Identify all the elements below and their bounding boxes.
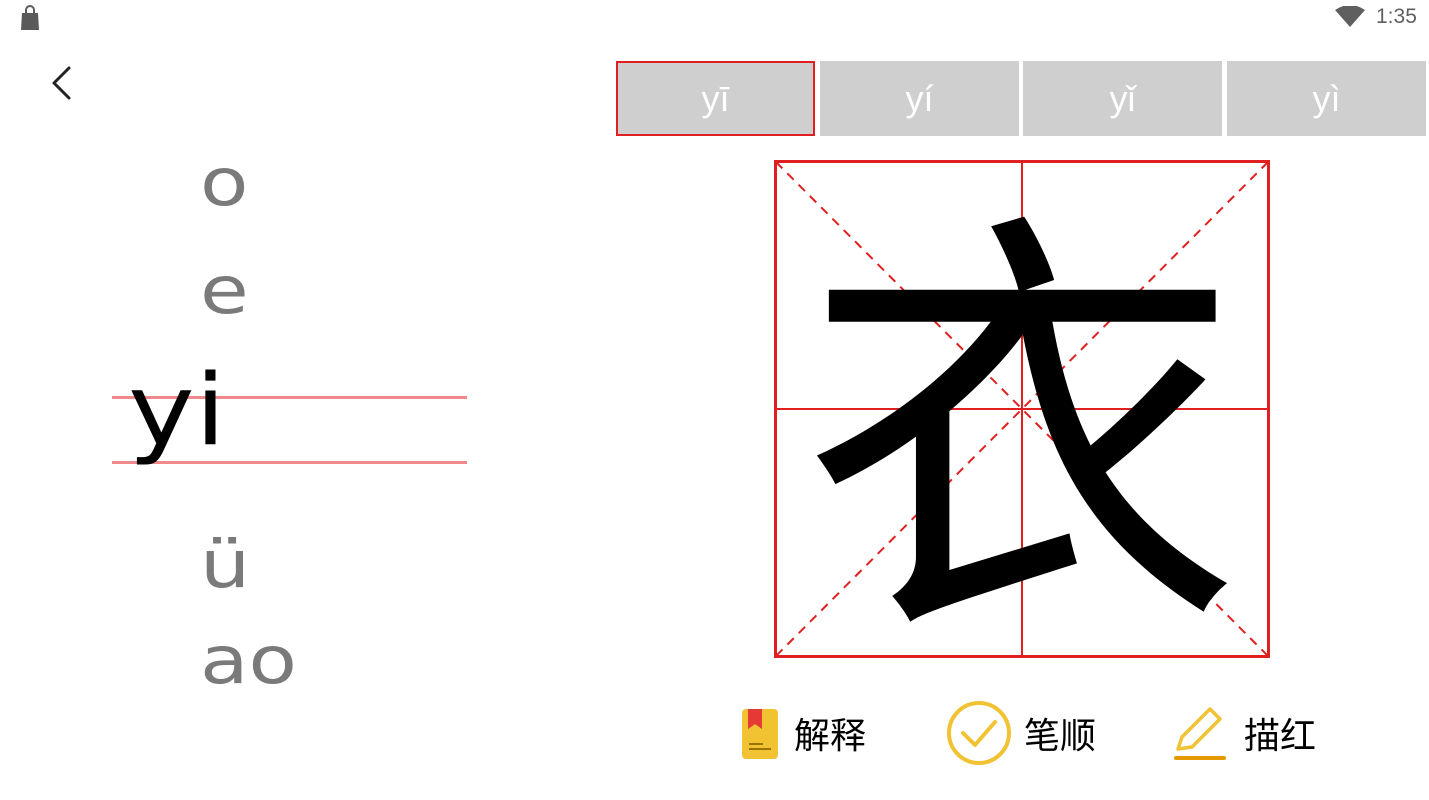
syllable-item[interactable]: e	[200, 258, 249, 324]
tab-tone-1[interactable]: yī	[616, 61, 815, 136]
syllable-item[interactable]: ü	[200, 532, 250, 598]
book-icon	[742, 709, 778, 759]
stroke-order-button[interactable]: 笔顺	[946, 700, 1096, 766]
syllable-item[interactable]: ao	[200, 628, 297, 694]
status-bar: 1:35	[0, 0, 1429, 36]
tab-tone-2[interactable]: yí	[820, 61, 1019, 136]
explain-label: 解释	[794, 716, 867, 757]
shopping-bag-icon	[21, 5, 39, 30]
current-syllable[interactable]: yi	[128, 362, 226, 460]
tab-tone-3[interactable]: yǐ	[1023, 61, 1222, 136]
character-glyph: 衣	[802, 180, 1242, 658]
check-circle-icon	[947, 701, 1011, 765]
tab-tone-4[interactable]: yì	[1227, 61, 1426, 136]
character-grid: 衣	[774, 160, 1270, 658]
tone-tabs: yī yí yǐ yì	[616, 61, 1426, 136]
syllable-item[interactable]: o	[200, 150, 248, 216]
stroke-order-label: 笔顺	[1024, 716, 1097, 757]
explain-button[interactable]: 解释	[740, 700, 866, 766]
back-button[interactable]	[40, 58, 84, 108]
status-time: 1:35	[1376, 5, 1417, 28]
trace-button[interactable]: 描红	[1172, 700, 1316, 766]
pencil-icon	[1174, 707, 1226, 760]
wifi-icon	[1335, 6, 1365, 27]
trace-label: 描红	[1244, 716, 1317, 757]
